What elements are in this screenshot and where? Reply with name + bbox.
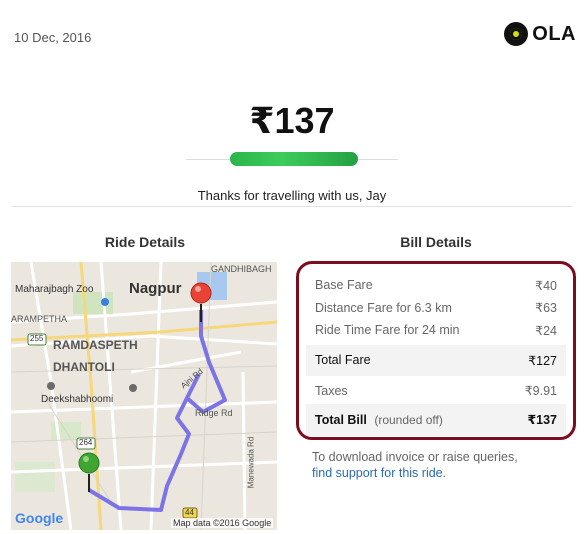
- rounded-off-note: (rounded off): [374, 412, 443, 427]
- ride-details-heading: Ride Details: [104, 234, 186, 250]
- support-period: .: [442, 466, 447, 480]
- redaction-mark: [230, 152, 358, 166]
- map-label-manewada-rd: Manewada Rd: [246, 436, 256, 489]
- map-label-maharajbagh: Maharajbagh Zoo: [15, 284, 94, 295]
- deekshabhoomi-marker-icon: [47, 382, 55, 390]
- bill-row-value: ₹137: [527, 413, 557, 427]
- bill-row-label: Total Fare: [315, 353, 371, 367]
- map-label-gandhibagh: GANDHIBAGH: [211, 264, 272, 274]
- bill-row-base-fare: Base Fare ₹40: [306, 274, 566, 297]
- map-label-nagpur: Nagpur: [129, 280, 182, 297]
- bill-row-value: ₹127: [528, 353, 557, 368]
- bill-row-label: Distance Fare for 6.3 km: [315, 300, 452, 315]
- bill-row-ride-time-fare: Ride Time Fare for 24 min ₹24: [306, 319, 566, 342]
- shield-255-label: 255: [30, 334, 44, 343]
- park-shape: [15, 462, 55, 492]
- shield-44-label: 44: [185, 508, 194, 517]
- map-label-ramdaspeth: RAMDASPETH: [53, 338, 138, 352]
- bill-row-label: Ride Time Fare for 24 min: [315, 323, 460, 338]
- map-attribution[interactable]: Map data ©2016 Google: [171, 518, 274, 528]
- bill-row-label: Total Bill: [315, 412, 367, 427]
- shield-264-label: 264: [79, 438, 93, 447]
- bill-row-value: ₹40: [535, 278, 557, 293]
- bill-row-total-bill: Total Bill (rounded off) ₹137: [306, 403, 566, 436]
- ola-logo-icon: [504, 22, 529, 46]
- zoo-marker-icon: [101, 298, 109, 306]
- route-map[interactable]: GANDHIBAGH Maharajbagh Zoo Nagpur ARAMPE…: [11, 262, 277, 530]
- bill-row-label: Taxes: [315, 383, 348, 398]
- bill-row-label: Base Fare: [315, 278, 373, 293]
- bill-row-value: ₹63: [535, 301, 557, 316]
- find-support-link[interactable]: find support for this ride: [312, 466, 443, 480]
- bill-row-total-fare: Total Fare ₹127: [306, 344, 566, 376]
- google-logo[interactable]: Google: [15, 510, 63, 526]
- thanks-message: Thanks for travelling with us, Jay: [197, 188, 387, 203]
- support-line: find support for this ride.: [312, 466, 446, 480]
- ola-wordmark: OLA: [532, 22, 576, 45]
- map-label-ridge-rd: Ridge Rd: [195, 408, 233, 418]
- support-text: To download invoice or raise queries,: [312, 450, 518, 464]
- bill-row-taxes: Taxes ₹9.91: [306, 378, 566, 404]
- section-divider: [12, 206, 572, 207]
- bill-row-value: ₹9.91: [524, 384, 557, 398]
- map-label-arampetha: ARAMPETHA: [11, 314, 68, 324]
- ola-logo: OLA: [504, 22, 576, 46]
- map-label-dhantoli: DHANTOLI: [53, 360, 115, 374]
- map-label-deekshabhoomi: Deekshabhoomi: [41, 394, 114, 405]
- bill-details-heading: Bill Details: [400, 234, 472, 250]
- bill-row-value: ₹24: [535, 323, 557, 338]
- poi-marker-icon: [129, 384, 137, 392]
- bill-details-box: Base Fare ₹40 Distance Fare for 6.3 km ₹…: [296, 261, 576, 440]
- ride-date: 10 Dec, 2016: [14, 30, 92, 45]
- fare-amount: ₹137: [249, 100, 335, 141]
- bill-row-distance-fare: Distance Fare for 6.3 km ₹63: [306, 297, 566, 320]
